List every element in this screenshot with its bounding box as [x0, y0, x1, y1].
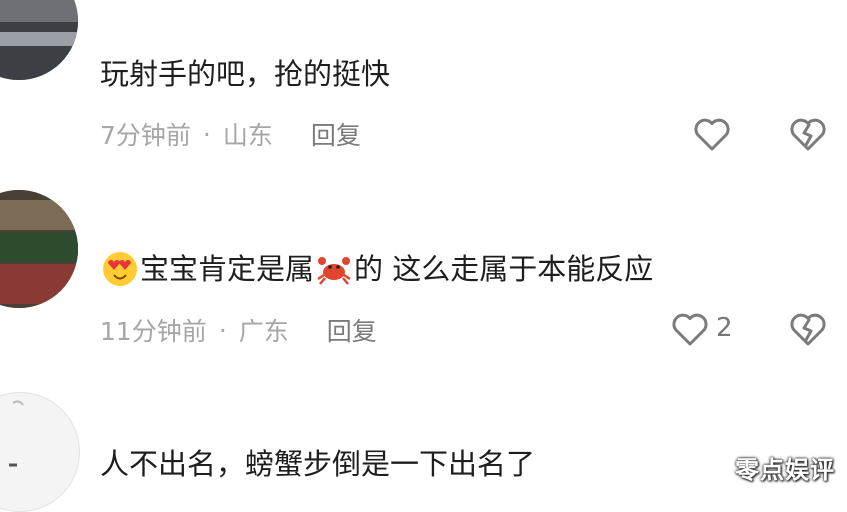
comment-time: 7分钟前 [100, 121, 191, 150]
comment-time: 11分钟前 [100, 317, 207, 346]
comment-location: 山东 [222, 121, 273, 150]
comment-text-part-1: 宝宝肯定是属 [140, 252, 315, 286]
crab-emoji-icon [317, 257, 351, 285]
comment-text: 宝宝肯定是属 的 这么走属于本能反应 [100, 251, 653, 287]
comment-text: 玩射手的吧，抢的挺快 [100, 57, 391, 91]
comment-meta: 7分钟前 · 山东 回复 [100, 116, 361, 152]
meta-separator: · [202, 119, 211, 149]
reply-button[interactable]: 回复 [327, 312, 377, 348]
avatar[interactable] [0, 392, 80, 512]
dislike-broken-heart-icon[interactable] [788, 114, 828, 154]
like-heart-icon[interactable] [692, 114, 732, 154]
like-heart-icon[interactable] [670, 309, 710, 349]
avatar[interactable] [0, 190, 78, 308]
like-count: 2 [716, 313, 733, 343]
dislike-broken-heart-icon[interactable] [788, 309, 828, 349]
reply-button[interactable]: 回复 [311, 116, 361, 152]
heart-eyes-emoji-icon [103, 252, 137, 286]
comment-text: 人不出名，螃蟹步倒是一下出名了 [100, 447, 536, 481]
watermark: 零点娱评 [735, 456, 835, 484]
comment-text-part-2: 的 这么走属于本能反应 [354, 252, 654, 286]
comment-meta: 11分钟前 · 广东 回复 [100, 312, 377, 348]
comment-location: 广东 [238, 317, 289, 346]
meta-separator: · [218, 315, 227, 345]
avatar[interactable] [0, 0, 78, 80]
